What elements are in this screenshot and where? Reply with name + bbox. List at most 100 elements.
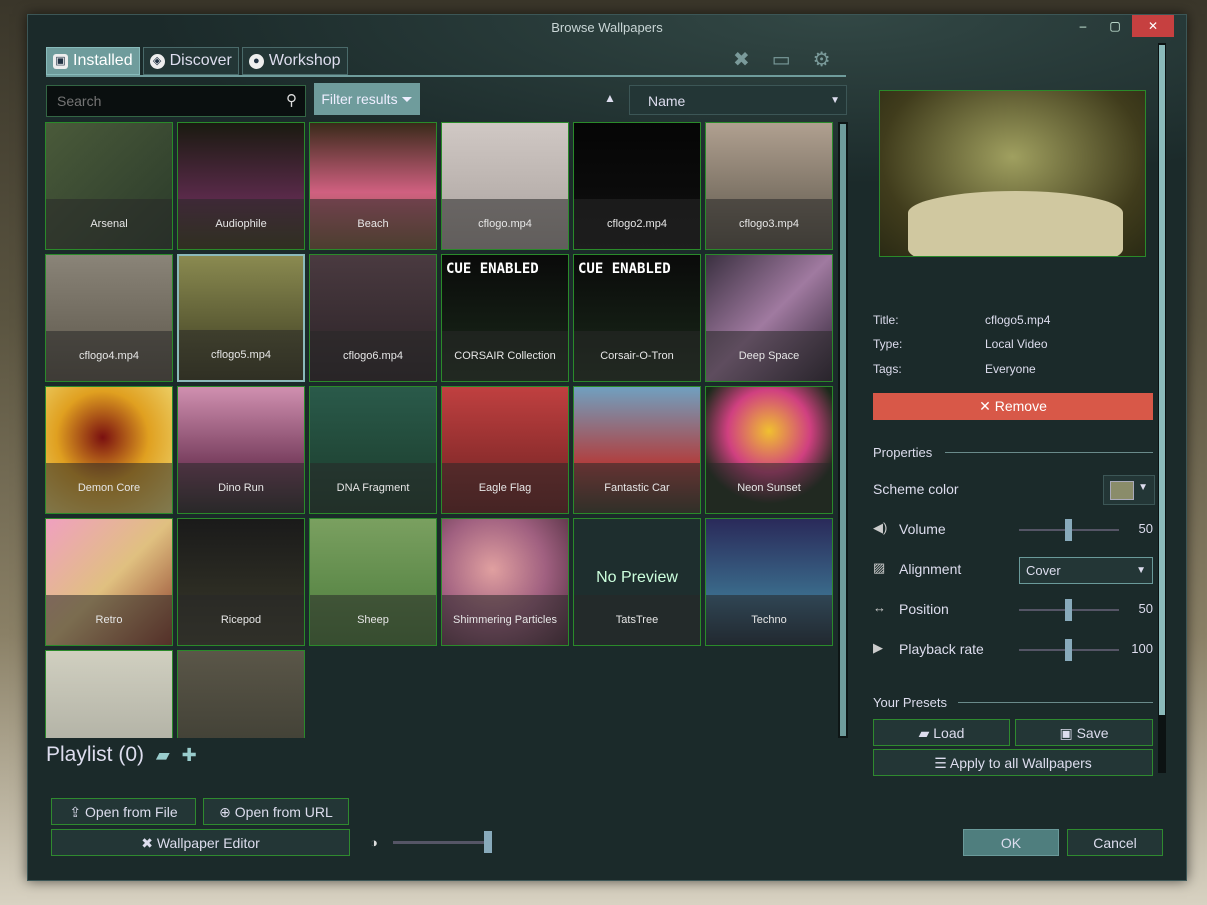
wallpaper-tile[interactable]: No Preview TatsTree — [573, 518, 701, 646]
wallpaper-preview — [879, 90, 1146, 257]
search-icon[interactable]: ⚲ — [286, 91, 297, 109]
wallpaper-tile[interactable]: cflogo6.mp4 — [309, 254, 437, 382]
wallpaper-tile[interactable]: cflogo2.mp4 — [573, 122, 701, 250]
wallpaper-tile[interactable]: Fantastic Car — [573, 386, 701, 514]
wallpaper-tile-label: Neon Sunset — [706, 463, 832, 513]
wallpaper-editor-button[interactable]: ✖ Wallpaper Editor — [51, 829, 350, 856]
volume-slider-knob[interactable] — [1065, 519, 1072, 541]
open-from-file-label: Open from File — [85, 804, 178, 820]
wallpaper-tile[interactable]: Sheep — [309, 518, 437, 646]
wallpaper-tile[interactable]: CUE ENABLED Corsair-O-Tron — [573, 254, 701, 382]
wallpaper-tile[interactable]: cflogo4.mp4 — [45, 254, 173, 382]
properties-divider — [945, 452, 1153, 453]
minimize-button[interactable]: – — [1068, 15, 1098, 37]
filter-icon: ⏷ — [401, 91, 413, 107]
volume-label: Volume — [899, 521, 946, 537]
tab-discover-label: Discover — [169, 52, 232, 69]
chevron-down-icon: ▼ — [1136, 565, 1146, 576]
wallpaper-grid: Arsenal Audiophile Beach cflogo.mp4 cflogo2.… — [45, 122, 837, 738]
brightness-slider-knob[interactable] — [484, 831, 492, 853]
wallpaper-tile[interactable] — [177, 650, 305, 738]
alignment-select[interactable]: Cover ▼ — [1019, 557, 1153, 584]
wallpaper-tile[interactable]: Techno — [705, 518, 833, 646]
wallpaper-tile-label: cflogo5.mp4 — [179, 330, 303, 380]
cancel-button[interactable]: Cancel — [1067, 829, 1163, 856]
scheme-color-picker[interactable]: ▼ — [1103, 475, 1155, 505]
wallpaper-tile[interactable]: Audiophile — [177, 122, 305, 250]
save-preset-button[interactable]: ▣ Save — [1015, 719, 1153, 746]
wallpaper-tile[interactable]: Deep Space — [705, 254, 833, 382]
wallpaper-tile-label: Audiophile — [178, 199, 304, 249]
wallpaper-tile-label: Deep Space — [706, 331, 832, 381]
search-box: ⚲ — [46, 85, 306, 117]
wallpaper-tile-label: Fantastic Car — [574, 463, 700, 513]
ok-button[interactable]: OK — [963, 829, 1059, 856]
wallpaper-tile[interactable]: Shimmering Particles — [441, 518, 569, 646]
sort-select[interactable]: Name ▼ — [629, 85, 847, 115]
scheme-color-label: Scheme color — [873, 481, 959, 497]
position-slider[interactable] — [1019, 599, 1119, 621]
list-icon: ☰ — [934, 755, 950, 771]
scheme-color-swatch — [1110, 481, 1134, 500]
save-icon: ▣ — [53, 53, 68, 69]
image-icon: ▨ — [873, 560, 886, 575]
panel-scrollbar[interactable] — [1158, 43, 1166, 773]
tab-underline — [46, 75, 846, 77]
wallpaper-tile[interactable]: cflogo5.mp4 — [177, 254, 305, 382]
remove-label: Remove — [994, 398, 1047, 414]
tab-discover[interactable]: ◈ Discover — [142, 47, 239, 75]
wallpaper-tile[interactable]: Demon Core — [45, 386, 173, 514]
maximize-button[interactable]: ▢ — [1100, 15, 1130, 37]
load-preset-button[interactable]: ▰ Load — [873, 719, 1010, 746]
upload-icon: ⇪ — [69, 804, 86, 820]
wallpaper-tile[interactable]: Eagle Flag — [441, 386, 569, 514]
wallpaper-tile[interactable]: DNA Fragment — [309, 386, 437, 514]
apply-to-all-button[interactable]: ☰ Apply to all Wallpapers — [873, 749, 1153, 776]
wallpaper-tile-label: Arsenal — [46, 199, 172, 249]
folder-icon[interactable]: ▰ — [156, 745, 170, 765]
grid-scrollbar[interactable] — [838, 122, 848, 738]
chevron-down-icon: ▼ — [830, 95, 840, 106]
sort-select-value: Name — [648, 93, 686, 109]
tab-workshop[interactable]: ● Workshop — [241, 47, 348, 75]
brightness-slider[interactable] — [393, 831, 492, 853]
position-slider-knob[interactable] — [1065, 599, 1072, 621]
wallpaper-tile[interactable]: cflogo.mp4 — [441, 122, 569, 250]
playback-rate-slider[interactable] — [1019, 639, 1119, 661]
monitor-icon[interactable]: ▭ — [772, 47, 791, 72]
open-from-url-button[interactable]: ⊕ Open from URL — [203, 798, 349, 825]
wallpaper-tile[interactable]: Beach — [309, 122, 437, 250]
wallpaper-tile[interactable]: Ricepod — [177, 518, 305, 646]
preview-shape — [908, 191, 1123, 256]
grid-scrollbar-thumb[interactable] — [840, 124, 846, 736]
cue-enabled-badge: CUE ENABLED — [578, 261, 671, 277]
tab-installed[interactable]: ▣ Installed — [46, 47, 140, 75]
wallpaper-tile[interactable] — [45, 650, 173, 738]
gear-icon[interactable]: ⚙ — [813, 47, 831, 72]
presets-divider — [958, 702, 1153, 703]
filter-results-button[interactable]: Filter results ⏷ — [314, 83, 420, 115]
sort-direction-button[interactable]: ▲ — [604, 91, 616, 105]
wallpaper-tile[interactable]: cflogo3.mp4 — [705, 122, 833, 250]
volume-slider[interactable] — [1019, 519, 1119, 541]
play-icon: ▶ — [873, 640, 883, 655]
wallpaper-tile-label: Corsair-O-Tron — [574, 331, 700, 381]
plus-icon[interactable]: ✚ — [182, 745, 197, 765]
close-button[interactable]: ✕ — [1132, 15, 1174, 37]
search-input[interactable] — [47, 86, 279, 116]
open-from-url-label: Open from URL — [234, 804, 333, 820]
wallpaper-tile[interactable]: Retro — [45, 518, 173, 646]
wallpaper-tile[interactable]: Neon Sunset — [705, 386, 833, 514]
panel-scrollbar-thumb[interactable] — [1159, 45, 1165, 715]
toolbar-icons: ✖ ▭ ⚙ — [733, 47, 831, 72]
wallpaper-tile[interactable]: CUE ENABLED CORSAIR Collection — [441, 254, 569, 382]
save-icon: ▣ — [1059, 725, 1077, 741]
tools-icon[interactable]: ✖ — [733, 47, 750, 72]
open-from-file-button[interactable]: ⇪ Open from File — [51, 798, 196, 825]
wallpaper-tile[interactable]: Dino Run — [177, 386, 305, 514]
playback-rate-slider-knob[interactable] — [1065, 639, 1072, 661]
wallpaper-tile-label: Ricepod — [178, 595, 304, 645]
playback-rate-label: Playback rate — [899, 641, 984, 657]
wallpaper-tile[interactable]: Arsenal — [45, 122, 173, 250]
remove-button[interactable]: ✕ Remove — [873, 393, 1153, 420]
